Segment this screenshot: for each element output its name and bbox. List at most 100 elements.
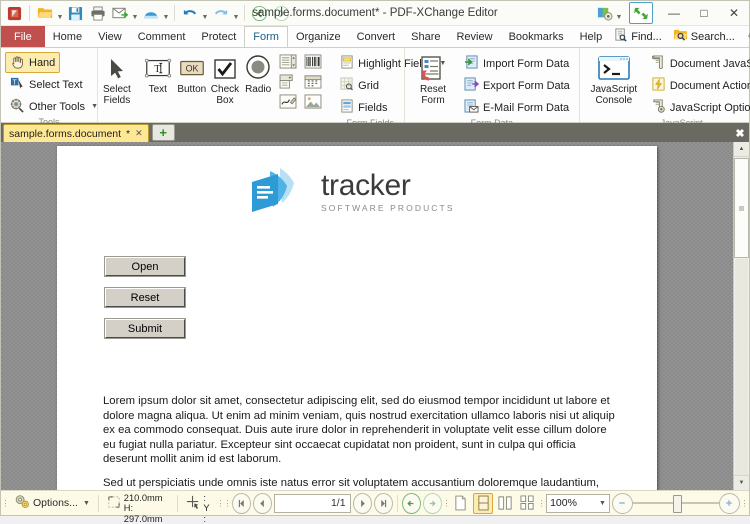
list-box-icon[interactable] xyxy=(276,52,300,71)
import-form-data-button[interactable]: Import Form Data xyxy=(459,53,575,74)
javascript-console-button[interactable]: JavaScript Console xyxy=(584,50,644,107)
image-field-icon[interactable] xyxy=(301,92,325,111)
find-button[interactable]: Find... xyxy=(610,27,666,46)
other-tools-button[interactable]: Other Tools ▼ xyxy=(5,96,103,117)
navigate-forward-button[interactable] xyxy=(422,492,442,514)
previous-page-button[interactable] xyxy=(253,492,273,514)
collapse-ribbon-icon[interactable]: ⱏ xyxy=(742,32,750,42)
maximize-button[interactable]: □ xyxy=(689,1,719,25)
vertical-scroll-track[interactable] xyxy=(735,259,748,475)
menu-item-help[interactable]: Help xyxy=(572,26,611,47)
select-fields-button[interactable]: Select Fields xyxy=(102,50,132,107)
document-actions-button[interactable]: Document Actions xyxy=(646,75,750,96)
barcode-icon[interactable] xyxy=(301,52,325,71)
search-button[interactable]: Search... xyxy=(669,27,739,46)
navigate-back-button[interactable] xyxy=(401,492,421,514)
menu-item-comment[interactable]: Comment xyxy=(130,26,194,47)
text-field-button[interactable]: T Text xyxy=(142,50,174,96)
scroll-up-button[interactable]: ▲ xyxy=(734,142,749,157)
menu-item-home[interactable]: Home xyxy=(45,26,90,47)
scroll-down-button[interactable]: ▼ xyxy=(734,475,749,490)
zoom-out-button[interactable] xyxy=(611,492,633,514)
forward-icon[interactable] xyxy=(271,3,292,24)
import-form-data-icon xyxy=(464,55,479,72)
email-form-data-button[interactable]: E-Mail Form Data xyxy=(459,97,575,118)
zoom-slider-thumb[interactable] xyxy=(672,495,682,513)
menu-item-bookmarks[interactable]: Bookmarks xyxy=(501,26,572,47)
export-form-data-button[interactable]: Export Form Data xyxy=(459,75,575,96)
redo-dropdown-caret-icon[interactable]: ▼ xyxy=(232,0,240,26)
combo-box-icon[interactable] xyxy=(276,72,300,91)
document-tab-close-icon[interactable]: ✕ xyxy=(135,128,143,139)
close-document-button[interactable]: ✖ xyxy=(731,124,749,142)
qat-separator xyxy=(29,5,30,21)
document-javascript-button[interactable]: Document JavaScript xyxy=(646,53,750,74)
email-icon[interactable] xyxy=(109,3,130,24)
document-tab[interactable]: sample.forms.document * ✕ xyxy=(3,124,149,142)
menu-item-file[interactable]: File xyxy=(1,26,45,47)
redo-icon[interactable] xyxy=(210,3,231,24)
fullscreen-icon[interactable] xyxy=(629,2,653,24)
zoom-dropdown-caret-icon[interactable]: ▼ xyxy=(599,500,606,507)
menu-item-view[interactable]: View xyxy=(90,26,130,47)
status-grip-mid: ⋮ xyxy=(216,498,225,508)
zoom-slider-track[interactable] xyxy=(632,495,719,513)
javascript-options-button[interactable]: JavaScript Options xyxy=(646,97,750,118)
hand-tool-button[interactable]: Hand xyxy=(5,52,61,73)
ribbon-group-tools: Hand T Select Text Other Tools ▼ Tools xyxy=(1,48,98,127)
scan-dropdown-caret-icon[interactable]: ▼ xyxy=(162,0,170,26)
customize-qat-caret-icon[interactable]: ▼ xyxy=(615,0,623,26)
radio-button-button[interactable]: Radio xyxy=(242,50,274,96)
menu-item-share[interactable]: Share xyxy=(403,26,448,47)
select-text-button[interactable]: T Select Text xyxy=(5,74,88,95)
two-page-continuous-view-button[interactable] xyxy=(517,493,537,514)
single-page-view-button[interactable] xyxy=(451,493,471,514)
vertical-scroll-thumb[interactable] xyxy=(734,158,749,258)
undo-dropdown-caret-icon[interactable]: ▼ xyxy=(201,0,209,26)
vertical-scrollbar[interactable]: ▲ ▼ xyxy=(733,142,749,490)
save-icon[interactable] xyxy=(65,3,86,24)
reset-form-button[interactable]: Reset Form xyxy=(409,50,457,107)
scan-icon[interactable] xyxy=(140,3,161,24)
javascript-options-label: JavaScript Options xyxy=(669,101,750,114)
menu-item-convert[interactable]: Convert xyxy=(349,26,404,47)
open-dropdown-caret-icon[interactable]: ▼ xyxy=(56,0,64,26)
menu-item-review[interactable]: Review xyxy=(448,26,500,47)
app-logo-icon[interactable] xyxy=(4,3,25,24)
new-tab-button[interactable]: + xyxy=(151,124,175,141)
back-icon[interactable] xyxy=(249,3,270,24)
open-form-button[interactable]: Open xyxy=(104,256,186,277)
application-window: ▼ ▼ ▼ ▼ ▼ sample.forms.document* - PDF-X… xyxy=(0,0,750,524)
zoom-level-select[interactable]: 100% ▼ xyxy=(546,493,610,513)
last-page-button[interactable] xyxy=(373,492,393,514)
print-icon[interactable] xyxy=(87,3,108,24)
ribbon-group-form-data: Reset Form Import Form Data Export Form … xyxy=(404,48,579,128)
menu-item-protect[interactable]: Protect xyxy=(193,26,244,47)
zoom-in-button[interactable] xyxy=(718,492,740,514)
next-page-button[interactable] xyxy=(352,492,372,514)
pdf-page[interactable]: tracker SOFTWARE PRODUCTS Open Reset Sub… xyxy=(57,146,657,490)
open-icon[interactable] xyxy=(34,3,55,24)
check-box-button[interactable]: Check Box xyxy=(210,50,240,107)
first-page-button[interactable] xyxy=(231,492,252,514)
menu-item-organize[interactable]: Organize xyxy=(288,26,349,47)
customize-qat-icon[interactable] xyxy=(594,3,615,24)
minimize-button[interactable]: — xyxy=(659,1,689,25)
document-canvas[interactable]: tracker SOFTWARE PRODUCTS Open Reset Sub… xyxy=(1,142,733,490)
options-button[interactable]: Options... ▼ xyxy=(10,492,94,514)
undo-icon[interactable] xyxy=(179,3,200,24)
zoom-slider[interactable] xyxy=(611,492,740,514)
date-field-icon[interactable] xyxy=(301,72,325,91)
email-dropdown-caret-icon[interactable]: ▼ xyxy=(131,0,139,26)
submit-form-button[interactable]: Submit xyxy=(104,318,186,339)
page-number-field[interactable]: 1/1 xyxy=(274,493,351,513)
push-button-button[interactable]: OK Button xyxy=(176,50,208,96)
highlight-fields-icon xyxy=(340,55,354,72)
signature-field-icon[interactable] xyxy=(276,92,300,111)
reset-form-field-button[interactable]: Reset xyxy=(104,287,186,308)
two-page-view-button[interactable] xyxy=(495,493,515,514)
options-caret-icon[interactable]: ▼ xyxy=(83,500,90,507)
single-page-continuous-view-button[interactable] xyxy=(472,492,494,514)
menu-item-form[interactable]: Form xyxy=(244,26,288,47)
close-button[interactable]: ✕ xyxy=(719,1,749,25)
